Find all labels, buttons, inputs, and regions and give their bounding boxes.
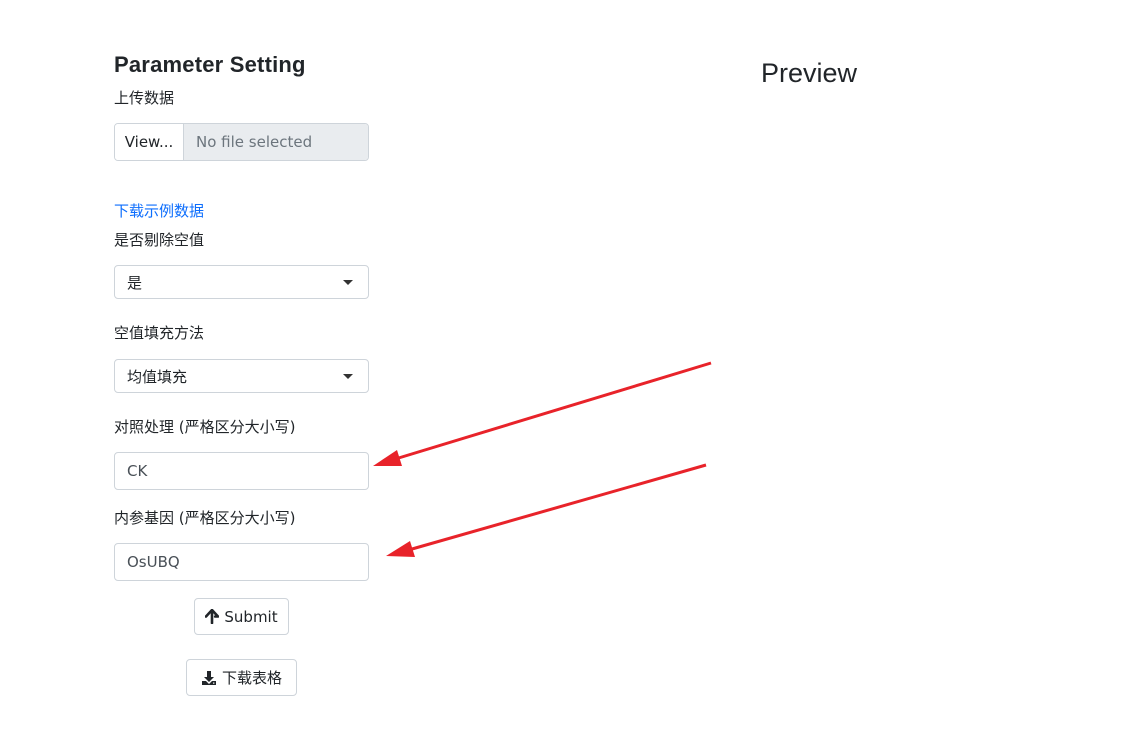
file-name-display: No file selected <box>184 124 368 160</box>
submit-label: Submit <box>224 607 278 626</box>
preview-title: Preview <box>761 58 858 88</box>
remove-na-selected: 是 <box>127 273 143 292</box>
file-browse-button[interactable]: View... <box>115 124 184 160</box>
upload-label: 上传数据 <box>114 89 175 107</box>
ref-gene-input[interactable] <box>114 543 369 581</box>
download-table-label: 下载表格 <box>221 669 282 687</box>
download-example-link[interactable]: 下载示例数据 <box>114 201 204 221</box>
caret-down-icon <box>343 373 353 379</box>
download-icon <box>201 670 216 685</box>
remove-na-select[interactable]: 是 <box>114 265 369 299</box>
submit-button[interactable]: Submit <box>194 598 289 635</box>
ref-gene-label: 内参基因 (严格区分大小写) <box>114 509 296 527</box>
fill-method-selected: 均值填充 <box>127 367 188 386</box>
panel-title: Parameter Setting <box>114 52 306 77</box>
caret-down-icon <box>343 279 353 285</box>
page: Parameter Setting 上传数据 View... No file s… <box>0 0 1127 755</box>
fill-method-label: 空值填充方法 <box>114 324 205 342</box>
download-table-button[interactable]: 下载表格 <box>186 659 297 696</box>
arrow-up-icon <box>205 609 220 624</box>
annotation-arrow <box>373 361 712 466</box>
control-input[interactable] <box>114 452 369 490</box>
remove-na-label: 是否剔除空值 <box>114 231 205 249</box>
fill-method-select[interactable]: 均值填充 <box>114 359 369 393</box>
file-upload[interactable]: View... No file selected <box>114 123 369 161</box>
control-label: 对照处理 (严格区分大小写) <box>114 418 296 436</box>
annotation-arrow <box>386 463 707 557</box>
